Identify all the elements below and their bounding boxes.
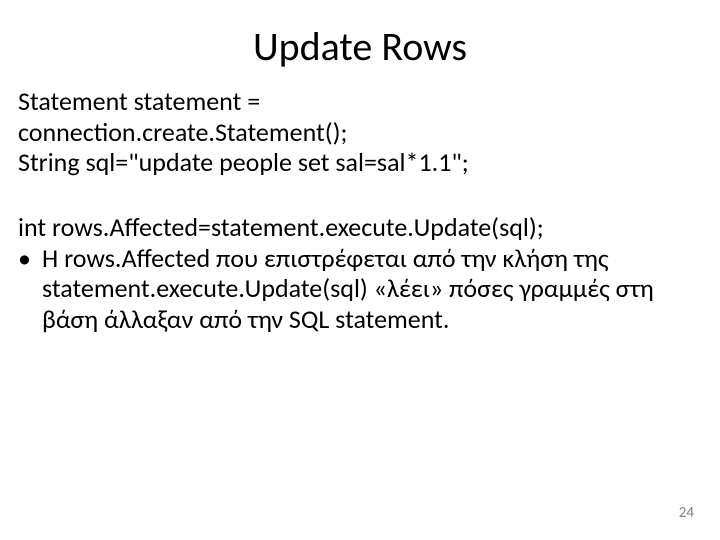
slide-body: Statement statement = connection.create.… [18, 86, 696, 335]
bullet-item: • Η rows.Affected που επιστρέφεται από τ… [18, 243, 696, 335]
code-line-3: String sql="update people set sal=sal*1.… [18, 147, 696, 178]
page-number: 24 [679, 504, 694, 522]
slide: Update Rows Statement statement = connec… [0, 0, 720, 540]
bullet-text: Η rows.Affected που επιστρέφεται από την… [42, 243, 696, 335]
code-line-1: Statement statement = [18, 86, 696, 117]
code-line-4: int rows.Affected=statement.execute.Upda… [18, 212, 696, 243]
code-line-2: connection.create.Statement(); [18, 117, 696, 148]
bullet-icon: • [18, 243, 42, 335]
slide-title: Update Rows [0, 22, 720, 71]
spacer [18, 178, 696, 212]
